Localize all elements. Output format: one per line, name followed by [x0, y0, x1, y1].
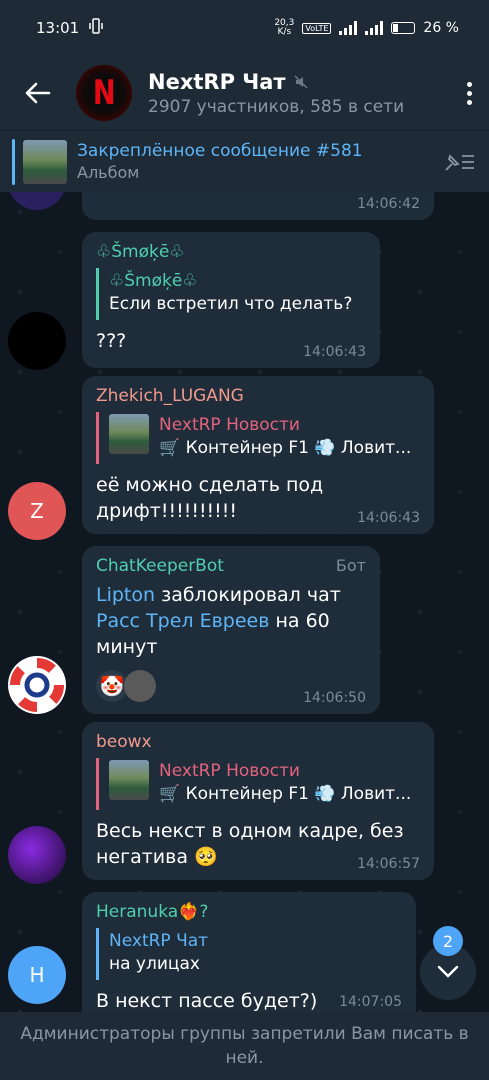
- status-bar: 13:01 20,3 K/s VoLTE 26 %: [0, 0, 489, 56]
- reply-thumbnail: [109, 414, 149, 454]
- message-sender: beowx: [96, 732, 152, 752]
- volte-badge: VoLTE: [302, 22, 332, 34]
- avatar[interactable]: Z: [8, 482, 66, 540]
- reactor-avatar: [124, 670, 156, 702]
- reply-quote[interactable]: ♧Šmøķē♧ Если встретил что делать?: [96, 268, 366, 320]
- message-time: 14:06:50: [303, 690, 366, 706]
- message-list[interactable]: 14:06:42 ♧Šmøķē♧ ♧Šmøķē♧ Если встретил ч…: [0, 192, 489, 1012]
- user-link[interactable]: Lipton: [96, 584, 155, 606]
- pinned-title: Закреплённое сообщение #581: [77, 141, 363, 161]
- chat-header: N NextRP Чат 2907 участников, 585 в сети: [0, 56, 489, 130]
- message-bubble[interactable]: ChatKeeperBot Бот Lipton заблокировал ча…: [82, 546, 380, 714]
- signal-icon: [339, 21, 358, 35]
- chat-info[interactable]: NextRP Чат 2907 участников, 585 в сети: [148, 70, 449, 117]
- pinned-message-bar[interactable]: Закреплённое сообщение #581 Альбом: [0, 130, 489, 192]
- message-time: 14:06:42: [357, 196, 420, 212]
- pinned-thumbnail: [23, 139, 67, 184]
- chat-subtitle: 2907 участников, 585 в сети: [148, 96, 405, 117]
- muted-icon: [294, 74, 308, 89]
- restricted-notice: Администраторы группы запретили Вам писа…: [0, 1012, 489, 1080]
- message-bubble[interactable]: Zhekich_LUGANG NextRP Новости 🛒 Контейне…: [82, 376, 434, 534]
- avatar[interactable]: [8, 312, 66, 370]
- message-sender: Zhekich_LUGANG: [96, 386, 244, 406]
- message-bubble[interactable]: 14:06:42: [82, 192, 434, 220]
- bot-badge: Бот: [335, 556, 366, 575]
- pinned-subtitle: Альбом: [77, 163, 140, 182]
- message-text: Lipton заблокировал чат Расс Трел Евреев…: [96, 584, 341, 658]
- message-sender: ChatKeeperBot: [96, 556, 224, 576]
- pinned-indicator: [12, 138, 15, 185]
- arrow-left-icon: [25, 82, 51, 104]
- reply-quote[interactable]: NextRP Чат на улицах: [96, 928, 402, 980]
- vibrate-icon: [89, 18, 103, 38]
- unread-badge: 2: [433, 926, 463, 956]
- message-bubble[interactable]: ♧Šmøķē♧ ♧Šmøķē♧ Если встретил что делать…: [82, 232, 380, 368]
- avatar[interactable]: [8, 656, 66, 714]
- reply-quote[interactable]: NextRP Новости 🛒 Контейнер F1 💨 Ловит...: [96, 412, 420, 464]
- reply-quote[interactable]: NextRP Новости 🛒 Контейнер F1 💨 Ловит...: [96, 758, 420, 810]
- message-sender: Heranuka❤️‍🔥?: [96, 902, 209, 922]
- message-time: 14:07:05: [339, 994, 402, 1010]
- battery-icon: [391, 22, 416, 34]
- more-menu-button[interactable]: [449, 56, 489, 130]
- message-time: 14:06:43: [303, 344, 366, 360]
- battery-percent: 26 %: [423, 20, 459, 36]
- reply-thumbnail: [109, 760, 149, 800]
- back-button[interactable]: [0, 56, 76, 130]
- status-time: 13:01: [36, 19, 80, 37]
- message-time: 14:06:57: [357, 856, 420, 872]
- message-sender: ♧Šmøķē♧: [96, 242, 185, 262]
- lifebuoy-icon: [10, 658, 64, 712]
- chevron-down-icon: [437, 965, 459, 978]
- message-bubble[interactable]: beowx NextRP Новости 🛒 Контейнер F1 💨 Ло…: [82, 722, 434, 880]
- chat-avatar[interactable]: N: [76, 65, 132, 121]
- pinned-list-button[interactable]: [429, 150, 489, 174]
- message-bubble[interactable]: Heranuka❤️‍🔥? NextRP Чат на улицах В нек…: [82, 892, 416, 1012]
- chat-title: NextRP Чат: [148, 69, 286, 94]
- net-speed: 20,3 K/s: [274, 18, 295, 37]
- pin-list-icon: [445, 153, 474, 171]
- signal-4g-icon: [365, 21, 384, 35]
- avatar[interactable]: [8, 826, 66, 884]
- avatar[interactable]: H: [8, 946, 66, 1004]
- user-link[interactable]: Расс Трел Евреев: [96, 610, 269, 632]
- message-time: 14:06:43: [357, 510, 420, 526]
